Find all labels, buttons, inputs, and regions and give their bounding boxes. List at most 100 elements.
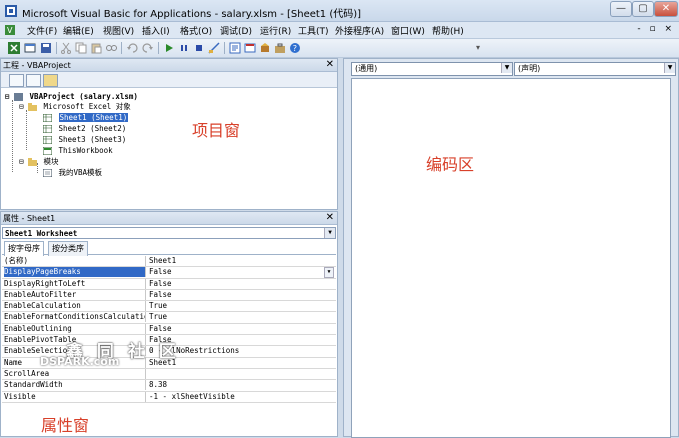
property-row[interactable]: StandardWidth 8.38 <box>2 380 336 392</box>
procedure-dropdown[interactable]: (声明) ▼ <box>514 62 676 76</box>
tree-item-sheet2-label: Sheet2 (Sheet2) <box>58 124 127 133</box>
object-browser-icon[interactable] <box>259 42 271 54</box>
property-value[interactable]: False <box>149 267 334 277</box>
tree-item-sheet1[interactable]: Sheet1 (Sheet1) <box>43 113 129 123</box>
copy-icon[interactable] <box>75 42 87 54</box>
toolbar-options-grip[interactable]: ▾ <box>476 43 484 55</box>
property-name: (名称) <box>4 256 146 266</box>
property-value[interactable]: Sheet1 <box>149 256 334 266</box>
find-icon[interactable] <box>105 42 117 54</box>
view-code-button[interactable] <box>9 74 24 87</box>
reset-icon[interactable] <box>193 42 205 54</box>
help-icon[interactable]: ? <box>289 42 301 54</box>
property-value[interactable]: True <box>149 312 334 322</box>
tree-folder-objects[interactable]: ⊟ Microsoft Excel 对象 <box>19 102 131 112</box>
property-value[interactable]: False <box>149 324 334 334</box>
standard-toolbar: ? ▾ <box>0 39 679 58</box>
code-editor[interactable]: 编码区 <box>351 78 671 438</box>
undo-icon[interactable] <box>126 42 138 54</box>
properties-panel-close-icon[interactable]: ✕ <box>326 212 334 224</box>
folder-icon <box>28 103 38 111</box>
window-title: Microsoft Visual Basic for Applications … <box>22 9 362 20</box>
property-row[interactable]: EnableOutlining False <box>2 323 336 336</box>
menu-file[interactable]: 文件(F) <box>27 24 57 37</box>
property-row[interactable]: Visible -1 - xlSheetVisible <box>2 391 336 403</box>
project-panel-title-text: 工程 - VBAProject <box>3 61 71 70</box>
project-panel-toolbar <box>1 72 337 88</box>
property-name: ScrollArea <box>4 368 146 379</box>
menu-run[interactable]: 运行(R) <box>260 24 291 37</box>
tree-item-module[interactable]: 我的VBA模板 <box>43 168 102 178</box>
menu-debug[interactable]: 调试(D) <box>220 24 252 37</box>
menu-addins[interactable]: 外接程序(A) <box>335 24 384 37</box>
property-name: EnableFormatConditionsCalculation <box>4 312 146 323</box>
vba-app-icon <box>5 5 17 17</box>
project-panel-title: 工程 - VBAProject ✕ <box>1 59 337 72</box>
design-mode-icon[interactable] <box>208 42 220 54</box>
properties-object-selector-value: Sheet1 Worksheet <box>5 229 78 238</box>
chevron-down-icon[interactable]: ▼ <box>501 63 512 73</box>
menu-help[interactable]: 帮助(H) <box>432 24 464 37</box>
worksheet-icon <box>43 125 52 133</box>
maximize-button[interactable]: ▢ <box>632 1 654 17</box>
tree-folder-modules[interactable]: ⊟ 模块 <box>19 157 59 167</box>
insert-userform-icon[interactable] <box>24 42 36 54</box>
property-row[interactable]: DisplayRightToLeft False <box>2 278 336 290</box>
chevron-down-icon[interactable]: ▼ <box>664 63 675 73</box>
collapse-icon: ⊟ <box>19 102 24 111</box>
project-panel-close-icon[interactable]: ✕ <box>326 59 334 71</box>
property-value[interactable]: True <box>149 301 334 311</box>
folder-icon <box>28 158 38 166</box>
view-object-button[interactable] <box>26 74 41 87</box>
property-name: EnableAutoFilter <box>4 289 146 300</box>
menu-window[interactable]: 窗口(W) <box>391 24 425 37</box>
property-row[interactable]: EnableCalculation True <box>2 301 336 313</box>
run-icon[interactable] <box>163 42 175 54</box>
property-value[interactable]: False <box>149 290 334 300</box>
property-row[interactable]: EnableFormatConditionsCalculation True <box>2 312 336 324</box>
tree-item-thisworkbook-label: ThisWorkbook <box>58 146 113 155</box>
menu-edit[interactable]: 编辑(E) <box>63 24 94 37</box>
object-dropdown[interactable]: (通用) ▼ <box>351 62 513 76</box>
worksheet-icon <box>43 114 52 122</box>
toggle-folders-button[interactable] <box>43 74 58 87</box>
tree-item-module-label: 我的VBA模板 <box>58 168 103 177</box>
chevron-down-icon[interactable]: ▼ <box>324 267 334 279</box>
properties-icon[interactable] <box>244 42 256 54</box>
menu-format[interactable]: 格式(O) <box>180 24 212 37</box>
property-value[interactable]: 8.38 <box>149 380 334 390</box>
save-icon[interactable] <box>40 42 52 54</box>
svg-text:?: ? <box>293 44 297 53</box>
tab-categorized[interactable]: 按分类序 <box>48 241 88 256</box>
property-value[interactable]: -1 - xlSheetVisible <box>149 392 334 402</box>
excel-icon[interactable] <box>8 42 20 54</box>
menu-insert[interactable]: 插入(I) <box>142 24 170 37</box>
redo-icon[interactable] <box>142 42 154 54</box>
mdi-window-controls[interactable]: - ▫ × <box>637 24 675 34</box>
tree-root-project[interactable]: ⊟ VBAProject (salary.xlsm) <box>5 92 138 102</box>
tree-item-sheet1-label: Sheet1 (Sheet1) <box>58 113 129 122</box>
tree-item-sheet3[interactable]: Sheet3 (Sheet3) <box>43 135 126 145</box>
minimize-button[interactable]: — <box>610 1 632 17</box>
property-row[interactable]: ScrollArea <box>2 368 336 381</box>
chevron-down-icon[interactable]: ▼ <box>324 228 335 238</box>
property-value[interactable] <box>149 369 334 379</box>
vba-project-icon <box>14 93 24 101</box>
property-row[interactable]: DisplayPageBreaks False ▼ <box>2 267 336 279</box>
paste-icon[interactable] <box>90 42 102 54</box>
tree-item-sheet3-label: Sheet3 (Sheet3) <box>58 135 127 144</box>
properties-object-selector[interactable]: Sheet1 Worksheet ▼ <box>2 227 336 239</box>
cut-icon[interactable] <box>60 42 72 54</box>
menu-tools[interactable]: 工具(T) <box>298 24 329 37</box>
tab-alphabetic[interactable]: 按字母序 <box>4 241 44 256</box>
property-row[interactable]: (名称) Sheet1 <box>2 256 336 268</box>
property-value[interactable]: False <box>149 279 334 289</box>
tree-item-sheet2[interactable]: Sheet2 (Sheet2) <box>43 124 126 134</box>
tree-item-thisworkbook[interactable]: ThisWorkbook <box>43 146 113 156</box>
property-row[interactable]: EnableAutoFilter False <box>2 289 336 302</box>
toolbox-icon[interactable] <box>274 42 286 54</box>
break-icon[interactable] <box>178 42 190 54</box>
project-explorer-icon[interactable] <box>229 42 241 54</box>
menu-view[interactable]: 视图(V) <box>103 24 134 37</box>
close-button[interactable]: ✕ <box>654 1 678 17</box>
